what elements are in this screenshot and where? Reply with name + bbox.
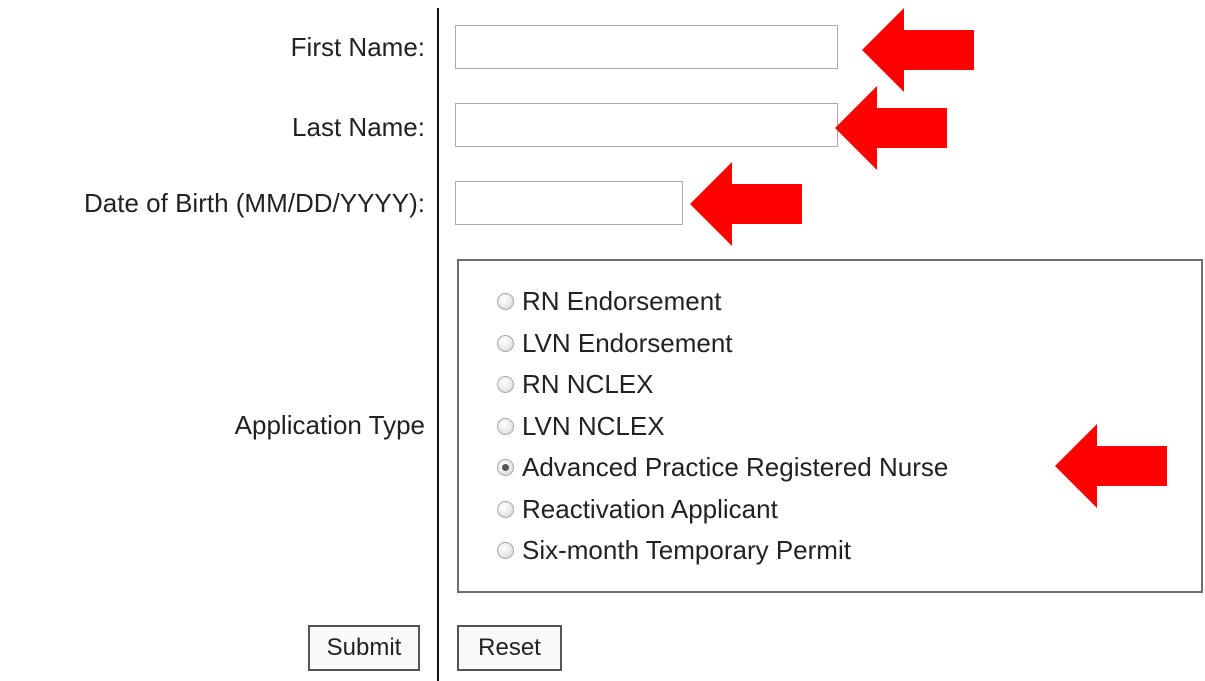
radio-lvn-nclex[interactable]: LVN NCLEX [497, 406, 948, 448]
radio-lvn-endorsement[interactable]: LVN Endorsement [497, 323, 948, 365]
arrow-left-icon [835, 86, 947, 170]
reset-button[interactable]: Reset [457, 625, 562, 671]
radio-label: Six-month Temporary Permit [522, 535, 851, 566]
last-name-label: Last Name: [292, 112, 425, 142]
first-name-label: First Name: [290, 32, 425, 62]
radio-button-icon[interactable] [497, 376, 514, 394]
radio-label: LVN Endorsement [522, 327, 733, 358]
arrow-left-icon [862, 8, 974, 92]
radio-label: Reactivation Applicant [522, 493, 778, 524]
radio-button-icon[interactable] [497, 293, 514, 311]
radio-rn-endorsement[interactable]: RN Endorsement [497, 281, 948, 323]
application-type-label: Application Type [234, 410, 425, 440]
radio-label: Advanced Practice Registered Nurse [522, 452, 949, 483]
radio-label: LVN NCLEX [522, 410, 665, 441]
arrow-left-icon [690, 162, 802, 246]
last-name-input[interactable] [455, 103, 838, 147]
radio-advanced-practice-registered-nurse[interactable]: Advanced Practice Registered Nurse [497, 447, 948, 489]
arrow-left-icon [1055, 424, 1167, 508]
radio-button-icon[interactable] [497, 542, 514, 560]
application-type-options: RN Endorsement LVN Endorsement RN NCLEX … [497, 281, 948, 572]
radio-label: RN NCLEX [522, 369, 654, 400]
radio-button-icon[interactable] [497, 334, 514, 352]
first-name-input[interactable] [455, 25, 838, 69]
radio-six-month-temporary-permit[interactable]: Six-month Temporary Permit [497, 530, 948, 572]
dob-input[interactable] [455, 181, 683, 225]
radio-button-icon[interactable] [497, 459, 514, 477]
radio-rn-nclex[interactable]: RN NCLEX [497, 364, 948, 406]
submit-button[interactable]: Submit [308, 625, 420, 671]
radio-reactivation-applicant[interactable]: Reactivation Applicant [497, 489, 948, 531]
form-divider [437, 8, 439, 681]
dob-label: Date of Birth (MM/DD/YYYY): [84, 188, 425, 218]
radio-button-icon[interactable] [497, 500, 514, 518]
radio-label: RN Endorsement [522, 286, 722, 317]
radio-button-icon[interactable] [497, 417, 514, 435]
